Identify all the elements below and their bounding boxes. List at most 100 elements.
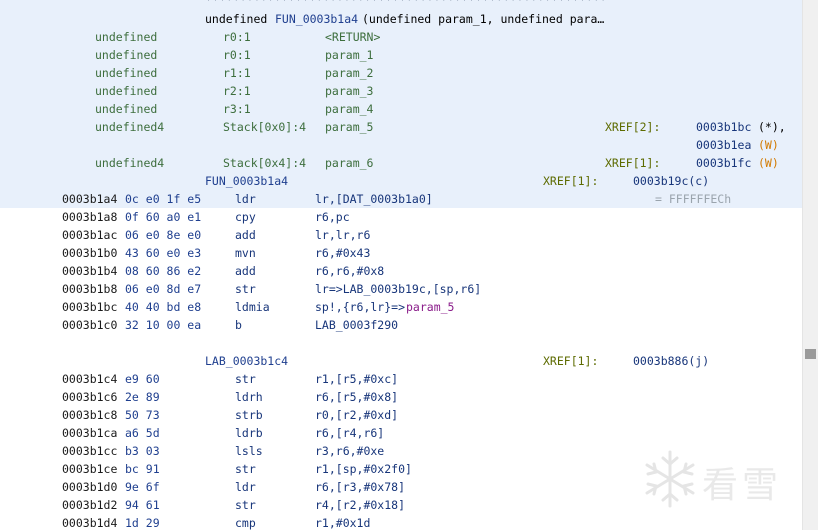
function-signature[interactable]: undefined FUN_0003b1a4 (undefined param_…: [0, 10, 803, 28]
instruction-bytes: 06 e0 8e e0: [125, 228, 202, 242]
label-row[interactable]: LAB_0003b1c4 XREF[1]: 0003b886(j): [0, 352, 803, 370]
instruction-row[interactable]: 0003b1bc 40 40 bd e8 ldmia sp!,{r6,lr}=> par…: [0, 298, 803, 316]
instruction-operands[interactable]: lr,[DAT_0003b1a0]: [315, 190, 433, 208]
instruction-mnemonic[interactable]: str: [235, 370, 256, 388]
signature-function-name[interactable]: FUN_0003b1a4: [275, 10, 358, 28]
instruction-row[interactable]: 0003b1ca a6 5d ldrb r6,[r4,r6]: [0, 424, 803, 442]
xref-link[interactable]: 0003b1bc: [696, 118, 751, 136]
instruction-operands[interactable]: r6,pc: [315, 208, 350, 226]
instruction-address[interactable]: 0003b1c0: [62, 316, 117, 334]
instruction-mnemonic[interactable]: str: [235, 280, 256, 298]
param-row[interactable]: undefined r2:1 param_3: [0, 82, 803, 100]
instruction-operands[interactable]: r1,[sp,#0x2f0]: [315, 460, 412, 478]
param-row[interactable]: undefined r0:1 param_1: [0, 46, 803, 64]
instruction-operands[interactable]: r1,[r5,#0xc]: [315, 370, 398, 388]
instruction-bytes: a6 5d: [125, 426, 160, 440]
instruction-mnemonic[interactable]: ldrb: [235, 424, 263, 442]
param-row[interactable]: undefined r3:1 param_4: [0, 100, 803, 118]
instruction-address[interactable]: 0003b1c8: [62, 406, 117, 424]
instruction-address[interactable]: 0003b1bc: [62, 298, 117, 316]
param-row[interactable]: 0003b1ea (W): [0, 136, 803, 154]
instruction-mnemonic[interactable]: cmp: [235, 514, 256, 530]
instruction-mnemonic[interactable]: add: [235, 226, 256, 244]
instruction-mnemonic[interactable]: b: [235, 316, 242, 334]
instruction-mnemonic[interactable]: mvn: [235, 244, 256, 262]
instruction-address[interactable]: 0003b1d2: [62, 496, 117, 514]
scrollbar-thumb[interactable]: [805, 349, 816, 359]
instruction-mnemonic[interactable]: str: [235, 460, 256, 478]
function-label[interactable]: FUN_0003b1a4: [205, 172, 288, 190]
instruction-address[interactable]: 0003b1c4: [62, 370, 117, 388]
instruction-operands[interactable]: r6,#0x43: [315, 244, 370, 262]
instruction-address[interactable]: 0003b1b8: [62, 280, 117, 298]
instruction-row[interactable]: 0003b1c4 e9 60 str r1,[r5,#0xc]: [0, 370, 803, 388]
instruction-row[interactable]: 0003b1b0 43 60 e0 e3 mvn r6,#0x43: [0, 244, 803, 262]
param-name[interactable]: param_4: [325, 100, 373, 118]
instruction-row[interactable]: 0003b1c8 50 73 strb r0,[r2,#0xd]: [0, 406, 803, 424]
instruction-mnemonic[interactable]: lsls: [235, 442, 263, 460]
instruction-row[interactable]: 0003b1b4 08 60 86 e2 add r6,r6,#0x8: [0, 262, 803, 280]
instruction-mnemonic[interactable]: cpy: [235, 208, 256, 226]
instruction-row[interactable]: 0003b1ac 06 e0 8e e0 add lr,lr,r6: [0, 226, 803, 244]
instruction-mnemonic[interactable]: strb: [235, 406, 263, 424]
watermark-text: 看雪: [702, 465, 783, 506]
xref-link[interactable]: 0003b886(j): [633, 352, 709, 370]
instruction-mnemonic[interactable]: ldmia: [235, 298, 270, 316]
instruction-operands[interactable]: r3,r6,#0xe: [315, 442, 384, 460]
xref-link[interactable]: 0003b19c(c): [633, 172, 709, 190]
instruction-address[interactable]: 0003b1a8: [62, 208, 117, 226]
instruction-row[interactable]: 0003b1a8 0f 60 a0 e1 cpy r6,pc: [0, 208, 803, 226]
instruction-operands[interactable]: r6,[r3,#0x78]: [315, 478, 405, 496]
instruction-row[interactable]: 0003b1c6 2e 89 ldrh r6,[r5,#0x8]: [0, 388, 803, 406]
instruction-address[interactable]: 0003b1ca: [62, 424, 117, 442]
param-name[interactable]: param_6: [325, 154, 373, 172]
instruction-mnemonic[interactable]: add: [235, 262, 256, 280]
instruction-bytes: bc 91: [125, 462, 160, 476]
instruction-row[interactable]: 0003b1d4 1d 29 cmp r1,#0x1d: [0, 514, 803, 530]
param-row[interactable]: undefined4 Stack[0x4]:4 param_6 XREF[1]: 000…: [0, 154, 803, 172]
operand-reference[interactable]: param_5: [406, 298, 454, 316]
instruction-row[interactable]: 0003b1b8 06 e0 8d e7 str lr=>LAB_0003b19c,[…: [0, 280, 803, 298]
instruction-operands[interactable]: lr,lr,r6: [315, 226, 370, 244]
function-label-row[interactable]: FUN_0003b1a4 XREF[1]: 0003b19c(c): [0, 172, 803, 190]
xref-link[interactable]: 0003b1fc: [696, 154, 751, 172]
instruction-address[interactable]: 0003b1a4: [62, 190, 117, 208]
instruction-address[interactable]: 0003b1d0: [62, 478, 117, 496]
instruction-row[interactable]: 0003b1c0 32 10 00 ea b LAB_0003f290: [0, 316, 803, 334]
code-label[interactable]: LAB_0003b1c4: [205, 352, 288, 370]
instruction-address[interactable]: 0003b1cc: [62, 442, 117, 460]
xref-link[interactable]: 0003b1ea: [696, 136, 751, 154]
instruction-address[interactable]: 0003b1b0: [62, 244, 117, 262]
xref-suffix: (*),: [758, 120, 786, 134]
instruction-operands[interactable]: r4,[r2,#0x18]: [315, 496, 405, 514]
param-row[interactable]: undefined r0:1 <RETURN>: [0, 28, 803, 46]
instruction-address[interactable]: 0003b1c6: [62, 388, 117, 406]
param-name[interactable]: <RETURN>: [325, 28, 380, 46]
instruction-operands[interactable]: LAB_0003f290: [315, 316, 398, 334]
instruction-mnemonic[interactable]: str: [235, 496, 256, 514]
instruction-address[interactable]: 0003b1ce: [62, 460, 117, 478]
instruction-operands[interactable]: r1,#0x1d: [315, 514, 370, 530]
param-name[interactable]: param_5: [325, 118, 373, 136]
param-row[interactable]: undefined4 Stack[0x0]:4 param_5 XREF[2]: 000…: [0, 118, 803, 136]
instruction-operands[interactable]: r6,[r5,#0x8]: [315, 388, 398, 406]
instruction-operands[interactable]: r6,[r4,r6]: [315, 424, 384, 442]
instruction-mnemonic[interactable]: ldrh: [235, 388, 263, 406]
instruction-address[interactable]: 0003b1d4: [62, 514, 117, 530]
instruction-row[interactable]: 0003b1a4 0c e0 1f e5 ldr lr,[DAT_0003b1a0] =…: [0, 190, 803, 208]
instruction-operands[interactable]: lr=>LAB_0003b19c,[sp,r6]: [315, 280, 481, 298]
param-name[interactable]: param_3: [325, 82, 373, 100]
xref-suffix: (W): [758, 156, 779, 170]
instruction-operands[interactable]: r6,r6,#0x8: [315, 262, 384, 280]
param-name[interactable]: param_2: [325, 64, 373, 82]
stars-text: ****************************************…: [205, 0, 607, 7]
param-name[interactable]: param_1: [325, 46, 373, 64]
instruction-operands[interactable]: sp!,{r6,lr}=>: [315, 298, 405, 316]
instruction-mnemonic[interactable]: ldr: [235, 478, 256, 496]
instruction-mnemonic[interactable]: ldr: [235, 190, 256, 208]
xref-label: XREF[1]:: [543, 174, 599, 188]
instruction-address[interactable]: 0003b1b4: [62, 262, 117, 280]
param-row[interactable]: undefined r1:1 param_2: [0, 64, 803, 82]
instruction-operands[interactable]: r0,[r2,#0xd]: [315, 406, 398, 424]
instruction-address[interactable]: 0003b1ac: [62, 226, 117, 244]
